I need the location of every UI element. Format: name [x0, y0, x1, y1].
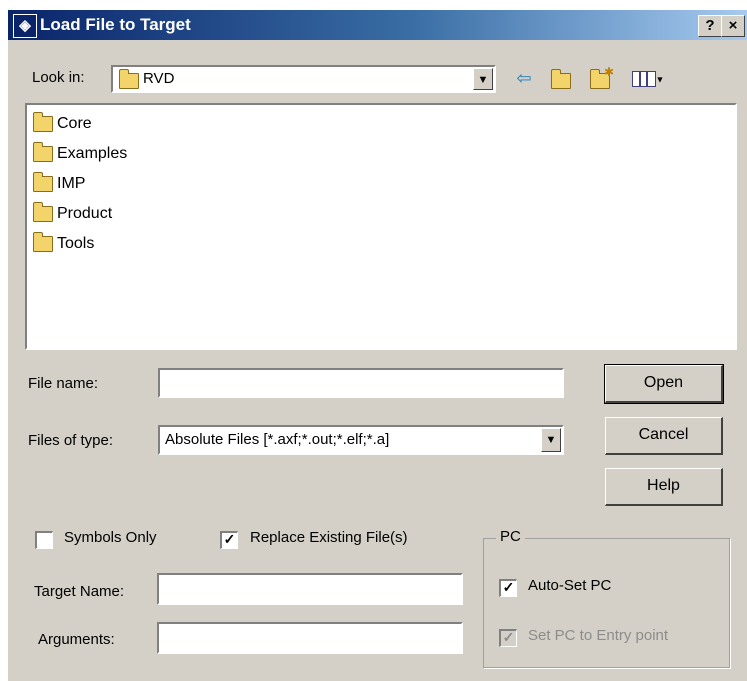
symbols-only-checkbox[interactable] [35, 531, 53, 549]
arguments-label: Arguments: [38, 631, 115, 648]
arguments-field[interactable] [157, 622, 463, 654]
open-button[interactable]: Open [604, 364, 724, 404]
lookin-combo[interactable]: RVD ▼ [111, 65, 496, 93]
help-button[interactable]: Help [605, 468, 723, 506]
close-icon[interactable]: × [721, 15, 745, 37]
chevron-down-icon[interactable]: ▼ [541, 428, 561, 452]
new-folder-icon[interactable]: ✱ [586, 65, 614, 89]
list-item[interactable]: Tools [33, 230, 94, 258]
file-list[interactable]: Core Examples IMP Product Tools [25, 103, 737, 350]
folder-icon [33, 202, 53, 222]
list-item[interactable]: IMP [33, 170, 85, 198]
folder-icon [33, 232, 53, 252]
filename-field[interactable] [158, 368, 564, 398]
replace-existing-label: Replace Existing File(s) [250, 529, 408, 546]
lookin-label: Look in: [32, 69, 85, 86]
filename-label: File name: [28, 375, 99, 392]
filetype-label: Files of type: [28, 432, 114, 449]
list-item[interactable]: Core [33, 110, 92, 138]
folder-icon [119, 69, 139, 89]
set-pc-entry-checkbox: ✓ [499, 629, 517, 647]
list-item[interactable]: Product [33, 200, 112, 228]
target-name-field[interactable] [157, 573, 463, 605]
replace-existing-checkbox[interactable]: ✓ [220, 531, 238, 549]
pc-groupbox: PC ✓ Auto-Set PC ✓ Set PC to Entry point [483, 528, 730, 668]
target-name-label: Target Name: [34, 583, 125, 600]
auto-set-pc-label: Auto-Set PC [528, 577, 612, 594]
filetype-select[interactable]: Absolute Files [*.axf;*.out;*.elf;*.a] ▼ [158, 425, 564, 455]
app-icon: ◈ [13, 14, 37, 38]
list-item[interactable]: Examples [33, 140, 127, 168]
load-file-dialog: ◈ Load File to Target ? × Look in: RVD ▼… [8, 10, 747, 681]
chevron-down-icon[interactable]: ▼ [473, 68, 493, 90]
back-arrow-icon[interactable]: ⇦ [513, 67, 535, 89]
folder-icon [33, 142, 53, 162]
view-menu-icon[interactable]: ▼ [628, 67, 668, 89]
filetype-value: Absolute Files [*.axf;*.out;*.elf;*.a] [165, 431, 390, 448]
title-bar[interactable]: ◈ Load File to Target ? × [8, 10, 747, 40]
set-pc-entry-label: Set PC to Entry point [528, 627, 669, 644]
help-icon[interactable]: ? [698, 15, 722, 37]
lookin-value: RVD [143, 70, 175, 87]
up-folder-icon[interactable] [548, 67, 574, 89]
window-title: Load File to Target [40, 15, 191, 34]
cancel-button[interactable]: Cancel [605, 417, 723, 455]
symbols-only-label: Symbols Only [64, 529, 157, 546]
folder-icon [33, 112, 53, 132]
pc-group-title: PC [496, 528, 525, 545]
auto-set-pc-checkbox[interactable]: ✓ [499, 579, 517, 597]
folder-icon [33, 172, 53, 192]
